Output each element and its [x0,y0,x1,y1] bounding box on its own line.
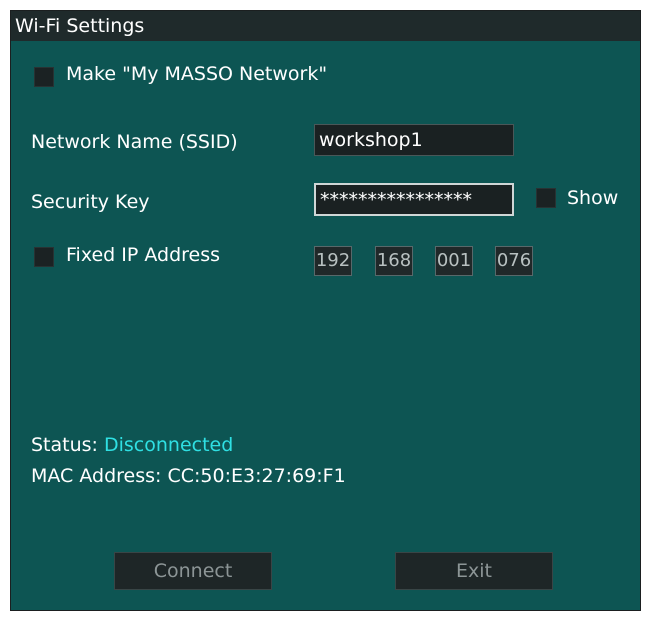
status-label: Status: [31,434,98,456]
window-title: Wi-Fi Settings [11,11,640,41]
my-masso-network-checkbox[interactable] [34,67,54,87]
ssid-label: Network Name (SSID) [31,131,238,153]
mac-address-value: CC:50:E3:27:69:F1 [167,465,346,487]
show-key-label: Show [567,187,619,209]
show-key-checkbox[interactable] [536,188,556,208]
exit-button[interactable]: Exit [395,552,553,590]
ssid-input[interactable]: workshop1 [314,124,514,156]
my-masso-network-label: Make "My MASSO Network" [66,63,328,85]
status-value: Disconnected [104,434,234,456]
connect-button[interactable]: Connect [114,552,272,590]
security-key-input[interactable]: **************** [314,183,514,216]
mac-address-line: MAC Address: CC:50:E3:27:69:F1 [31,465,346,487]
ip-octet-4-input[interactable]: 076 [495,246,533,276]
fixed-ip-label: Fixed IP Address [66,244,221,266]
ip-octet-2-input[interactable]: 168 [375,246,413,276]
fixed-ip-checkbox[interactable] [34,247,54,267]
mac-address-label: MAC Address: [31,465,162,487]
security-key-label: Security Key [31,191,150,213]
wifi-settings-window: Wi-Fi Settings Make "My MASSO Network" N… [10,10,641,611]
ip-octet-1-input[interactable]: 192 [314,246,352,276]
ip-octet-3-input[interactable]: 001 [435,246,473,276]
status-line: Status: Disconnected [31,434,233,456]
